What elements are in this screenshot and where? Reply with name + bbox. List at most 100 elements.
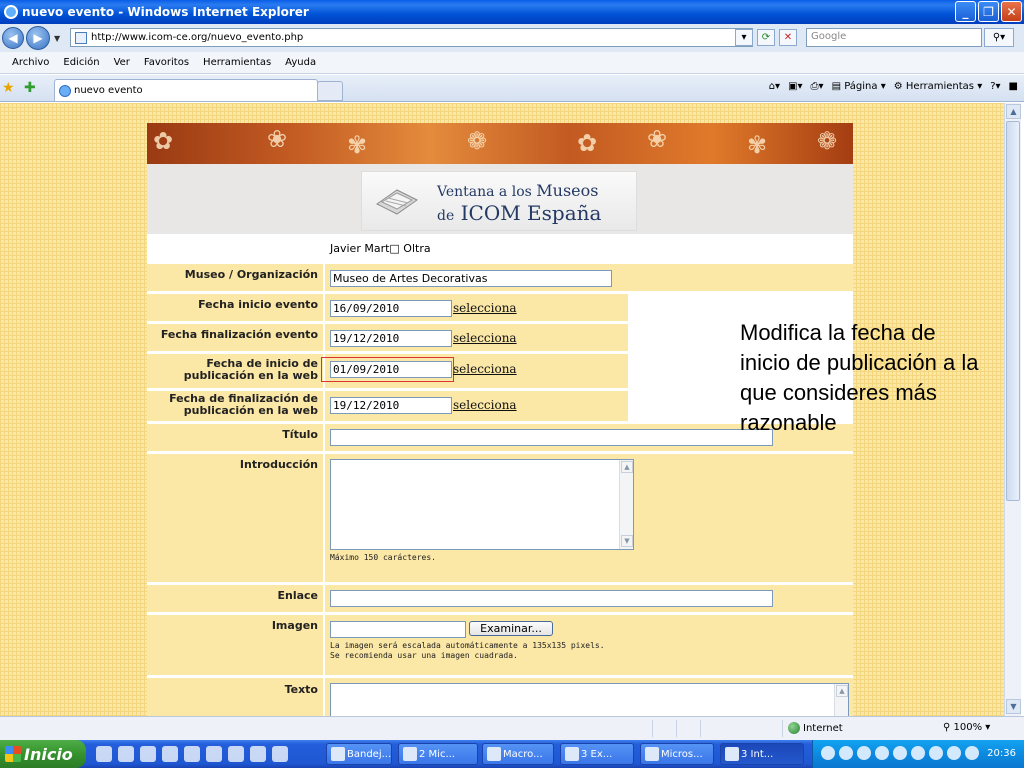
windows-logo-icon [5,746,21,762]
address-url: http://www.icom-ce.org/nuevo_evento.php [91,32,304,43]
fecha-fin-publicacion-input[interactable]: 19/12/2010 [330,397,452,414]
scroll-up-icon[interactable]: ▲ [621,461,633,473]
menu-edicion[interactable]: Edición [63,57,99,68]
flower-decoration: ❀ [647,125,668,153]
scroll-up-icon[interactable]: ▲ [836,685,848,697]
search-button[interactable]: ⚲▾ [984,28,1014,47]
examinar-button[interactable]: Examinar... [469,621,553,636]
menu-favoritos[interactable]: Favoritos [144,57,189,68]
help-icon[interactable]: ?▾ [990,81,1000,92]
zoom-control[interactable]: ⚲ 100% ▾ [943,722,990,733]
texto-cell: ▲ [325,678,853,716]
quicklaunch-icon[interactable] [272,746,288,762]
quicklaunch-icon[interactable] [96,746,112,762]
flower-decoration: ✿ [153,127,174,155]
imagen-file-input[interactable] [330,621,466,638]
tray-icon[interactable] [839,746,853,760]
new-tab-button[interactable] [317,81,343,101]
address-dropdown-button[interactable]: ▾ [735,29,753,46]
toolbar-extra-icon[interactable]: ■ [1009,81,1018,92]
task-internet-explorer[interactable]: 3 Int... [720,743,804,765]
print-icon[interactable]: ⎙▾ [811,81,824,92]
texto-label: Texto [147,678,323,716]
imagen-cell: Examinar... La imagen será escalada auto… [325,615,853,675]
introduccion-textarea[interactable]: ▲ ▼ [330,459,634,550]
tray-icon[interactable] [947,746,961,760]
fecha-inicio-publicacion-selecciona-link[interactable]: selecciona [453,362,517,376]
forward-button[interactable]: ▶ [26,26,50,50]
fecha-fin-publicacion-selecciona-link[interactable]: selecciona [453,398,517,412]
search-input[interactable]: Google [806,28,982,47]
enlace-input[interactable] [330,590,773,607]
page-icon [75,31,87,44]
fecha-inicio-input[interactable]: 16/09/2010 [330,300,452,317]
scroll-up-icon[interactable]: ▲ [1006,104,1021,119]
tray-icon[interactable] [965,746,979,760]
fecha-fin-publicacion-cell: 19/12/2010 selecciona [325,391,628,421]
page-scrollbar[interactable]: ▲ ▼ [1004,103,1021,716]
fecha-inicio-label: Fecha inicio evento [147,294,323,321]
menu-ver[interactable]: Ver [114,57,130,68]
task-bandeja[interactable]: Bandej... [326,743,392,765]
back-button[interactable]: ◀ [2,27,24,49]
titulo-input[interactable] [330,429,773,446]
menu-herramientas[interactable]: Herramientas [203,57,271,68]
museo-input[interactable]: Museo de Artes Decorativas [330,270,612,287]
start-button[interactable]: Inicio [0,740,86,768]
tray-icon[interactable] [821,746,835,760]
task-explorer[interactable]: 3 Ex... [560,743,634,765]
feeds-icon[interactable]: ▣▾ [788,81,802,92]
tab-nuevo-evento[interactable]: nuevo evento [54,79,318,101]
menu-archivo[interactable]: Archivo [12,57,49,68]
logo-line-2: de ICOM España [437,201,602,225]
favorites-star-icon[interactable]: ★ [2,80,15,96]
tray-icon[interactable] [929,746,943,760]
tray-icons [821,746,979,760]
flower-decoration: ❁ [817,127,838,155]
tab-bar: ★ ✚ nuevo evento ⌂▾ ▣▾ ⎙▾ ▤ Página ▾ ⚙ H… [0,75,1024,102]
fecha-fin-selecciona-link[interactable]: selecciona [453,331,517,345]
refresh-button[interactable]: ⟳ [757,29,775,46]
scroll-down-icon[interactable]: ▼ [621,535,633,547]
task-word[interactable]: 2 Mic... [398,743,478,765]
introduccion-hint: Máximo 150 carácteres. [330,553,436,562]
tray-icon[interactable] [875,746,889,760]
quicklaunch-icon[interactable] [162,746,178,762]
flower-decoration: ❁ [467,127,488,155]
address-input[interactable]: http://www.icom-ce.org/nuevo_evento.php [70,28,753,47]
fecha-inicio-selecciona-link[interactable]: selecciona [453,301,517,315]
quicklaunch-icon[interactable] [140,746,156,762]
quicklaunch-icon[interactable] [206,746,222,762]
minimize-button[interactable]: _ [955,1,976,22]
maximize-button[interactable]: ❐ [978,1,999,22]
quicklaunch-icon[interactable] [250,746,266,762]
introduccion-label: Introducción [147,454,323,582]
quicklaunch-icon[interactable] [118,746,134,762]
stop-button[interactable]: ✕ [779,29,797,46]
page-menu[interactable]: ▤ Página ▾ [832,81,886,92]
introduccion-scrollbar[interactable]: ▲ ▼ [619,460,633,549]
quicklaunch-icon[interactable] [184,746,200,762]
fecha-fin-input[interactable]: 19/12/2010 [330,330,452,347]
scroll-thumb[interactable] [1006,121,1020,501]
history-dropdown-icon[interactable]: ▼ [54,34,60,43]
clock[interactable]: 20:36 [987,748,1016,759]
task-powerpoint[interactable]: Micros... [640,743,714,765]
tray-icon[interactable] [893,746,907,760]
status-divider [782,720,783,737]
menu-ayuda[interactable]: Ayuda [285,57,316,68]
status-divider [700,720,701,737]
tools-menu[interactable]: ⚙ Herramientas ▾ [894,81,982,92]
fecha-fin-cell: 19/12/2010 selecciona [325,324,628,351]
tray-icon[interactable] [911,746,925,760]
task-macro[interactable]: Macro... [482,743,554,765]
scroll-down-icon[interactable]: ▼ [1006,699,1021,714]
texto-textarea[interactable]: ▲ [330,683,849,716]
tray-icon[interactable] [857,746,871,760]
home-icon[interactable]: ⌂▾ [769,81,780,92]
quicklaunch-icon[interactable] [228,746,244,762]
texto-scrollbar[interactable]: ▲ [834,684,848,716]
close-button[interactable]: ✕ [1001,1,1022,22]
add-favorites-icon[interactable]: ✚ [24,80,36,96]
menu-bar: Archivo Edición Ver Favoritos Herramient… [0,52,1024,74]
